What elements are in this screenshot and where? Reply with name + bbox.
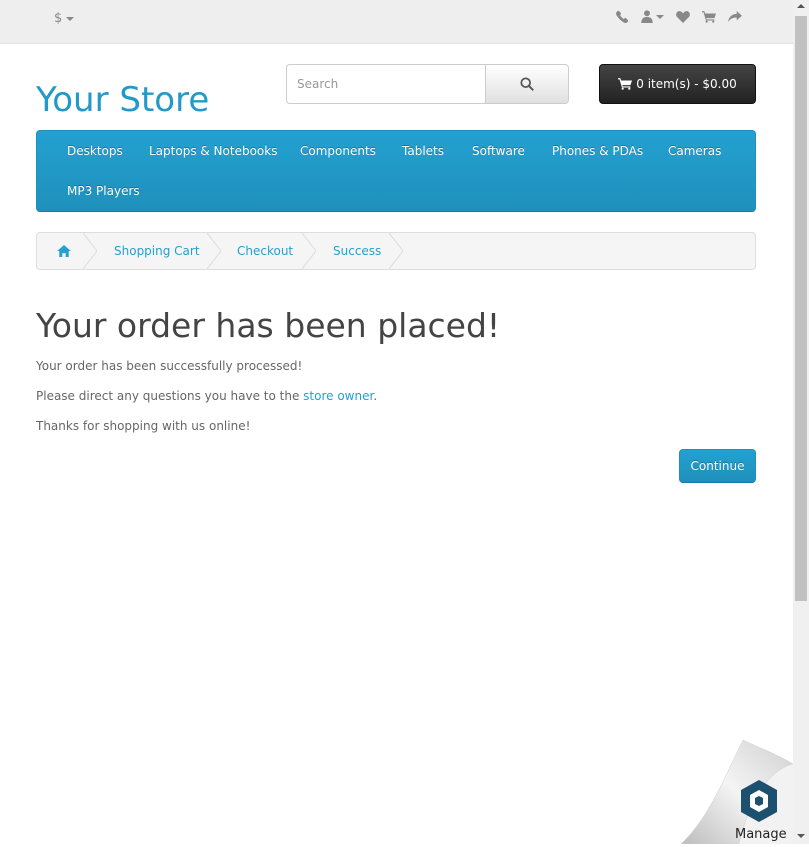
manage-widget[interactable]: Manage [680,739,794,845]
success-message: Your order has been successfully process… [36,359,303,373]
top-bar: $ [0,0,793,44]
cart-icon [618,78,633,90]
user-icon [641,10,653,23]
cart-button[interactable]: 0 item(s) - $0.00 [599,64,756,104]
menu-item-phones[interactable]: Phones & PDAs [552,144,643,158]
vertical-scrollbar[interactable] [793,0,809,844]
account-dropdown[interactable] [641,10,664,23]
home-icon [57,245,71,257]
menu-item-cameras[interactable]: Cameras [668,144,721,158]
contact-message-suffix: . [373,389,378,403]
search-button[interactable] [485,64,569,104]
thanks-message: Thanks for shopping with us online! [36,419,251,433]
breadcrumb-item-checkout[interactable]: Checkout [237,233,293,269]
scroll-thumb[interactable] [795,16,807,601]
share-icon[interactable] [728,10,742,23]
menu-item-mp3-players[interactable]: MP3 Players [67,184,140,198]
breadcrumb-item-cart[interactable]: Shopping Cart [114,233,200,269]
search-group [286,64,569,104]
continue-button[interactable]: Continue [679,449,756,483]
menu-item-components[interactable]: Components [300,144,376,158]
category-menu: Desktops Laptops & Notebooks Components … [36,130,756,212]
scroll-up-arrow-icon[interactable] [797,4,805,8]
cart-icon[interactable] [702,10,716,23]
store-logo[interactable]: Your Store [36,80,209,121]
caret-down-icon [66,16,75,21]
currency-symbol: $ [54,11,63,26]
contact-message-prefix: Please direct any questions you have to … [36,389,304,403]
store-owner-link[interactable]: store owner [303,389,373,403]
menu-item-laptops[interactable]: Laptops & Notebooks [149,144,277,158]
breadcrumb-separator [302,233,316,269]
page-title: Your order has been placed! [36,306,501,345]
menu-item-software[interactable]: Software [472,144,525,158]
cart-total-label: 0 item(s) - $0.00 [636,77,737,91]
breadcrumb-separator [83,233,97,269]
menu-item-desktops[interactable]: Desktops [67,144,123,158]
search-icon [520,77,534,91]
phone-icon[interactable] [616,10,629,23]
contact-message: Please direct any questions you have to … [36,389,377,403]
scroll-down-arrow-icon[interactable] [797,834,805,838]
breadcrumb-item-success[interactable]: Success [333,233,381,269]
breadcrumb-home[interactable] [57,233,71,269]
heart-icon[interactable] [676,10,690,23]
search-input[interactable] [286,64,485,104]
menu-item-tablets[interactable]: Tablets [402,144,444,158]
breadcrumb-separator [207,233,221,269]
breadcrumb-separator [389,233,403,269]
manage-label: Manage [735,827,787,842]
currency-dropdown[interactable]: $ [54,11,75,26]
caret-down-icon [656,14,664,19]
breadcrumb: Shopping Cart Checkout Success [36,232,756,270]
top-links [616,10,754,23]
